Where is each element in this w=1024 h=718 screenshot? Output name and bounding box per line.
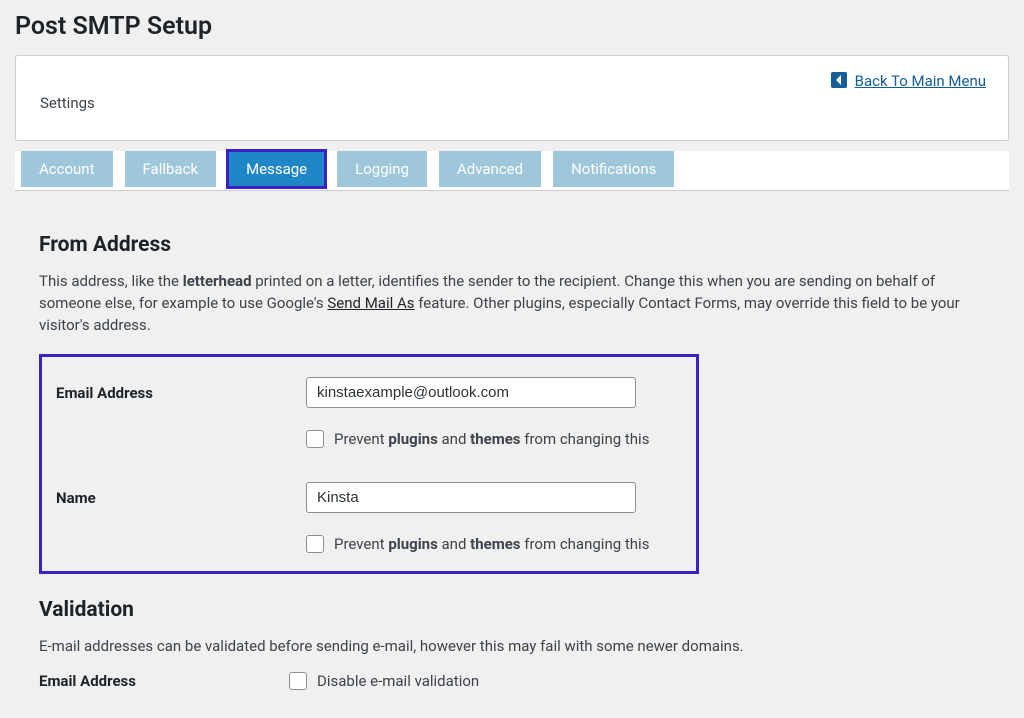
desc-bold1: letterhead — [183, 272, 252, 290]
email-row: Email Address — [56, 377, 682, 408]
tab-fallback[interactable]: Fallback — [125, 151, 217, 187]
validation-row: Email Address Disable e-mail validation — [39, 672, 989, 690]
tabs: Account Fallback Message Logging Advance… — [15, 151, 1009, 191]
prevent-post: from changing this — [521, 430, 650, 448]
back-to-main-menu[interactable]: Back To Main Menu — [831, 72, 986, 90]
from-address-heading: From Address — [39, 233, 989, 257]
validation-desc: E-mail addresses can be validated before… — [39, 636, 989, 658]
validation-heading: Validation — [39, 598, 989, 622]
page-title: Post SMTP Setup — [15, 0, 1009, 49]
prevent-name-row[interactable]: Prevent plugins and themes from changing… — [306, 535, 682, 553]
disable-validation-label: Disable e-mail validation — [317, 672, 479, 690]
name-input[interactable] — [306, 482, 636, 513]
content-area: From Address This address, like the lett… — [15, 191, 1009, 690]
email-label: Email Address — [56, 384, 306, 402]
settings-label: Settings — [40, 94, 984, 112]
tab-logging[interactable]: Logging — [337, 151, 427, 187]
back-link-text[interactable]: Back To Main Menu — [855, 72, 986, 90]
arrow-left-icon — [831, 72, 847, 88]
prevent-b1: plugins — [388, 430, 437, 448]
prevent-mid2: and — [438, 535, 470, 553]
prevent-mid: and — [438, 430, 470, 448]
prevent-b2: themes — [470, 430, 520, 448]
prevent-email-row[interactable]: Prevent plugins and themes from changing… — [306, 430, 682, 448]
prevent-email-checkbox[interactable] — [306, 430, 324, 448]
name-label: Name — [56, 489, 306, 507]
send-mail-as-link[interactable]: Send Mail As — [327, 294, 414, 312]
settings-panel: Settings Back To Main Menu — [15, 55, 1009, 141]
tab-advanced[interactable]: Advanced — [439, 151, 541, 187]
prevent-pre: Prevent — [334, 430, 388, 448]
email-input[interactable] — [306, 377, 636, 408]
desc-pre: This address, like the — [39, 272, 183, 290]
prevent-name-label: Prevent plugins and themes from changing… — [334, 535, 649, 553]
disable-validation-checkbox[interactable] — [289, 672, 307, 690]
prevent-email-label: Prevent plugins and themes from changing… — [334, 430, 649, 448]
disable-validation-row[interactable]: Disable e-mail validation — [289, 672, 479, 690]
tab-notifications[interactable]: Notifications — [553, 151, 674, 187]
prevent-post2: from changing this — [521, 535, 650, 553]
from-address-form: Email Address Prevent plugins and themes… — [39, 354, 699, 574]
tab-message[interactable]: Message — [228, 151, 325, 187]
prevent-name-checkbox[interactable] — [306, 535, 324, 553]
tab-account[interactable]: Account — [21, 151, 113, 187]
prevent-b1b: plugins — [388, 535, 437, 553]
prevent-pre2: Prevent — [334, 535, 388, 553]
from-address-desc: This address, like the letterhead printe… — [39, 271, 989, 336]
prevent-b2b: themes — [470, 535, 520, 553]
name-row: Name — [56, 482, 682, 513]
validation-email-label: Email Address — [39, 672, 289, 690]
